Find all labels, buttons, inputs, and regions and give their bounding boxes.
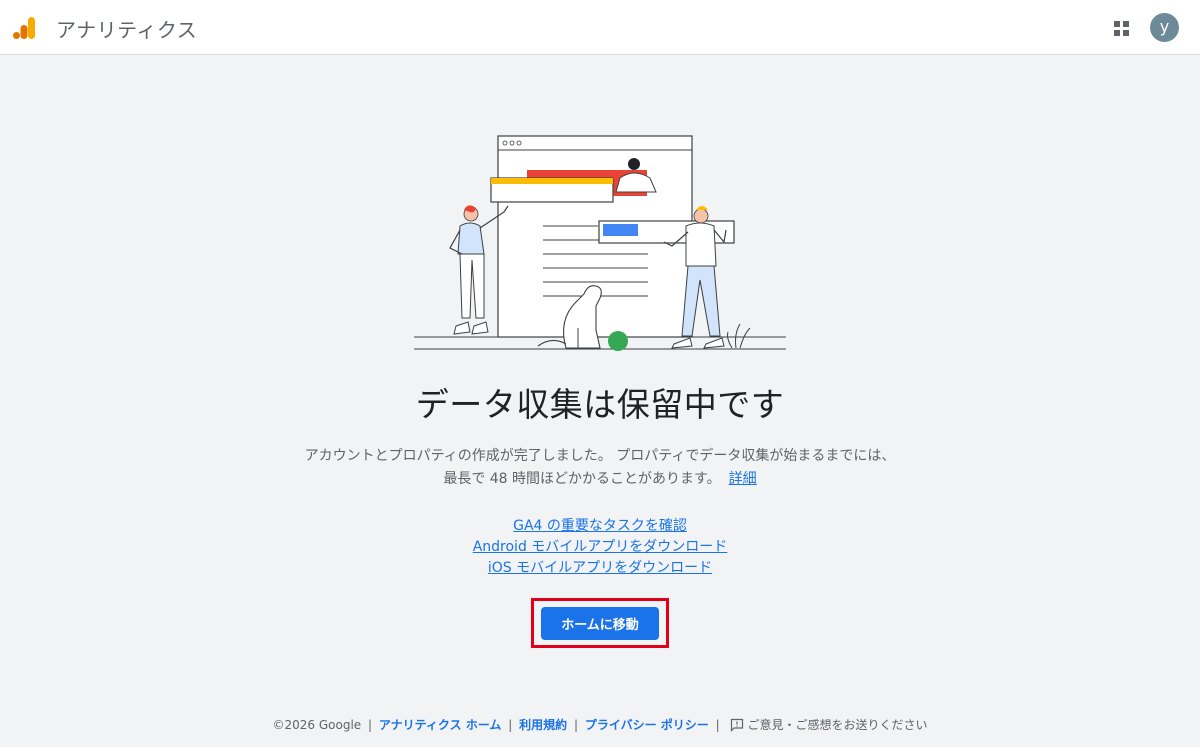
account-avatar[interactable]: y [1150,13,1179,42]
analytics-home-link[interactable]: アナリティクス ホーム [379,718,502,732]
learn-more-link[interactable]: 詳細 [729,471,757,487]
description: アカウントとプロパティの作成が完了しました。 プロパティでデータ収集が始まるまで… [0,445,1200,491]
footer-separator: | [573,718,578,732]
footer-separator: | [715,718,720,732]
page-title: データ収集は保留中です [415,385,785,424]
description-line-1: アカウントとプロパティの作成が完了しました。 プロパティでデータ収集が始まるまで… [304,448,896,464]
app-title: アナリティクス [56,18,198,42]
ga4-tasks-link[interactable]: GA4 の重要なタスクを確認 [0,516,1200,537]
feedback-label: ご意見・ご感想をお送りください [747,718,928,732]
description-line-2-text: 最長で 48 時間ほどかかることがあります。 [443,471,721,487]
feedback-icon [731,718,744,732]
footer: ©2026 Google | アナリティクス ホーム | 利用規約 | プライバ… [0,716,1200,733]
footer-separator: | [368,718,373,732]
android-app-link[interactable]: Android モバイルアプリをダウンロード [0,537,1200,558]
go-home-button[interactable]: ホームに移動 [541,607,659,640]
top-bar: アナリティクス y [0,0,1200,55]
terms-link[interactable]: 利用規約 [519,718,567,732]
apps-grid-icon[interactable] [1113,20,1131,38]
description-line-2: 最長で 48 時間ほどかかることがあります。 詳細 [0,468,1200,491]
resource-links: GA4 の重要なタスクを確認 Android モバイルアプリをダウンロード iO… [0,516,1200,579]
data-collection-illustration [414,135,786,351]
analytics-logo-icon[interactable] [12,15,38,41]
ios-app-link[interactable]: iOS モバイルアプリをダウンロード [0,558,1200,579]
footer-separator: | [508,718,513,732]
copyright-text: ©2026 Google [272,718,362,732]
feedback-button[interactable]: ご意見・ご感想をお送りください [726,718,927,732]
privacy-link[interactable]: プライバシー ポリシー [585,718,709,732]
